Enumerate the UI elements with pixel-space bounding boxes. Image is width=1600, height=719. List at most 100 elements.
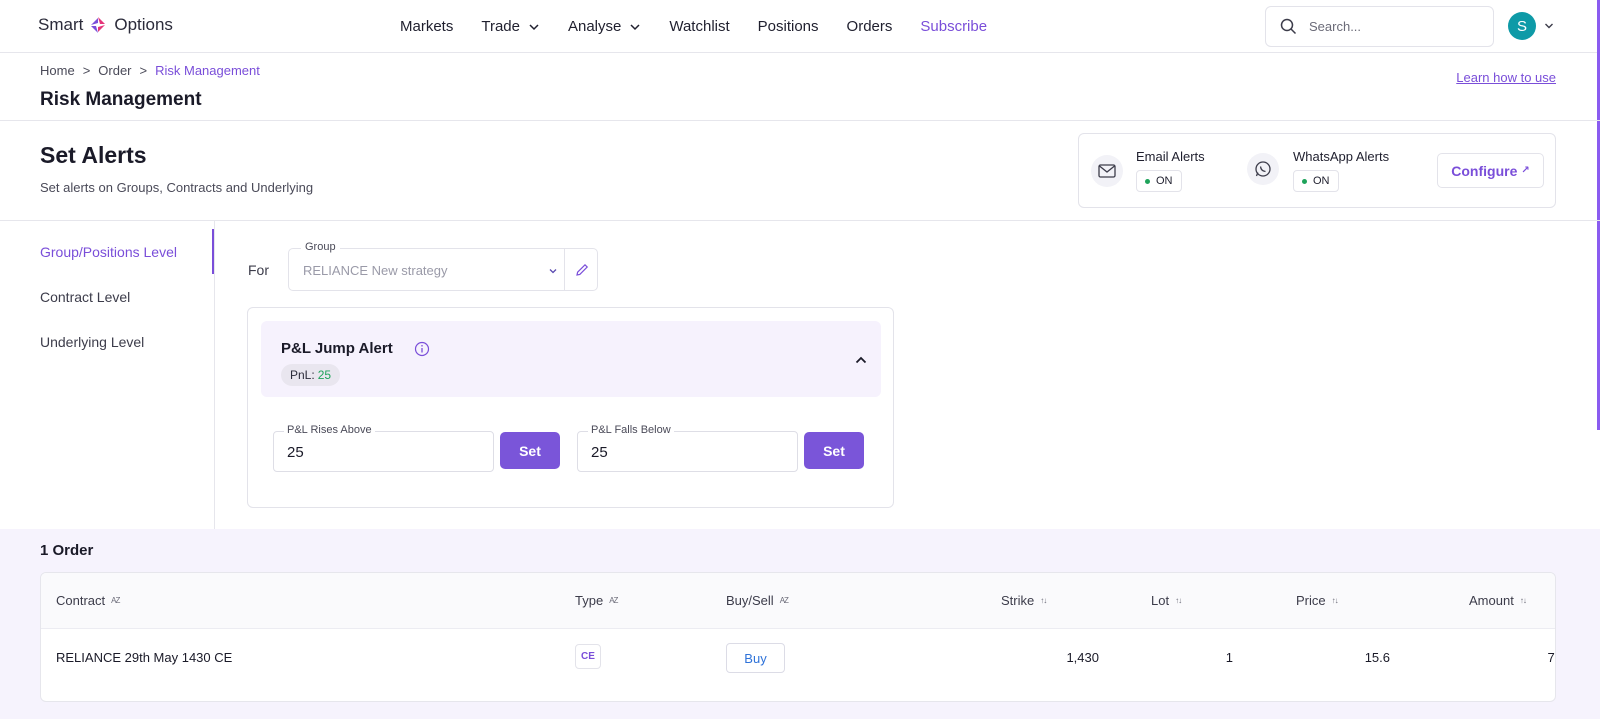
breadcrumb-separator: > (82, 63, 91, 78)
sort-numeric-icon: ↑↓ (1519, 596, 1527, 605)
status-text: ON (1156, 175, 1173, 187)
table-row[interactable]: RELIANCE 29th May 1430 CE CE Buy 1,430 1… (41, 630, 1555, 690)
buy-button[interactable]: Buy (726, 643, 785, 673)
sort-numeric-icon: ↑↓ (1040, 596, 1047, 605)
column-header-price[interactable]: Price ↑↓ (1296, 593, 1339, 608)
nav-label: Watchlist (669, 18, 730, 35)
cell-amount: 7,800 (1547, 650, 1555, 665)
divider (0, 220, 1600, 221)
status-dot (1145, 178, 1150, 184)
email-alerts-label: Email Alerts (1136, 149, 1205, 164)
logo-mark-icon (91, 17, 106, 33)
chevron-down-icon (529, 23, 539, 30)
column-label: Strike (1001, 593, 1035, 608)
nav-label: Analyse (567, 18, 622, 35)
nav-item-orders[interactable]: Orders (847, 18, 893, 35)
pnl-falls-below-label: P&L Falls Below (588, 424, 674, 436)
user-menu[interactable]: S (1508, 12, 1554, 40)
configure-label: Configure (1451, 162, 1518, 179)
status-text: ON (1313, 175, 1330, 187)
nav-label: Markets (400, 18, 454, 35)
pnl-chip-value: 25 (317, 368, 332, 382)
level-item-group-positions[interactable]: Group/Positions Level (40, 244, 177, 260)
orders-count-title: 1 Order (40, 542, 94, 559)
alert-channels-card: Email Alerts ON WhatsApp Alerts ON Confi… (1078, 133, 1556, 208)
column-header-lot[interactable]: Lot ↑↓ (1151, 593, 1182, 608)
learn-how-to-use-link[interactable]: Learn how to use (1456, 70, 1556, 85)
sort-alpha-icon: AZ (779, 596, 789, 605)
column-label: Amount (1469, 593, 1514, 608)
cell-price: 15.6 (1364, 650, 1390, 665)
cell-lot: 1 (1225, 650, 1233, 665)
pnl-chip-label: PnL: (290, 368, 315, 382)
configure-button[interactable]: Configure ↗ (1437, 153, 1544, 188)
status-dot (1302, 178, 1307, 184)
search-box[interactable] (1265, 6, 1494, 47)
set-alerts-subtitle: Set alerts on Groups, Contracts and Unde… (40, 180, 314, 195)
column-header-contract[interactable]: Contract AZ (56, 593, 120, 608)
edit-group-button[interactable] (564, 249, 598, 290)
top-navbar: Smart Options Markets Trade Analyse Watc… (0, 0, 1600, 53)
alert-level-nav: Group/Positions Level Contract Level Und… (0, 221, 215, 529)
chevron-down-icon (1545, 23, 1553, 29)
group-field-label: Group (301, 241, 340, 253)
level-item-underlying[interactable]: Underlying Level (40, 334, 144, 350)
search-input[interactable] (1309, 19, 1479, 34)
nav-item-subscribe[interactable]: Subscribe (920, 18, 987, 35)
active-indicator (212, 229, 214, 274)
breadcrumb-home[interactable]: Home (40, 63, 75, 78)
pnl-rises-above-input[interactable] (287, 444, 467, 461)
set-alerts-title: Set Alerts (40, 142, 147, 168)
group-select[interactable]: Group RELIANCE New strategy (288, 241, 598, 291)
sort-numeric-icon: ↑↓ (1175, 596, 1182, 605)
whatsapp-alerts-status[interactable]: ON (1293, 170, 1339, 192)
pnl-rises-above-label: P&L Rises Above (284, 424, 375, 436)
set-falls-below-button[interactable]: Set (804, 432, 864, 469)
nav-label: Trade (481, 18, 520, 35)
pnl-rises-above-field[interactable]: P&L Rises Above (273, 424, 494, 472)
set-rises-above-button[interactable]: Set (500, 432, 560, 469)
chevron-down-icon (630, 23, 640, 30)
pencil-icon (575, 263, 588, 276)
orders-table: Contract AZ Type AZ Buy/Sell AZ Strike ↑… (40, 572, 1556, 702)
nav-label: Positions (757, 18, 819, 35)
avatar[interactable]: S (1508, 12, 1536, 40)
breadcrumb-order[interactable]: Order (98, 63, 131, 78)
nav-item-analyse[interactable]: Analyse (568, 18, 641, 35)
breadcrumb-separator: > (139, 63, 148, 78)
divider (0, 120, 1600, 121)
column-header-strike[interactable]: Strike ↑↓ (1001, 593, 1047, 608)
chevron-down-icon (549, 269, 557, 274)
email-alerts-status[interactable]: ON (1136, 170, 1182, 192)
whatsapp-icon (1247, 153, 1279, 185)
search-icon (1280, 18, 1297, 35)
table-header: Contract AZ Type AZ Buy/Sell AZ Strike ↑… (41, 573, 1555, 629)
sort-alpha-icon: AZ (609, 596, 618, 605)
brand-logo[interactable]: Smart Options (38, 15, 173, 35)
pnl-jump-alert-card: P&L Jump Alert PnL: 25 P&L Rises Above S… (247, 307, 894, 508)
pnl-alert-title: P&L Jump Alert (281, 340, 393, 357)
pnl-falls-below-input[interactable] (591, 444, 771, 461)
column-header-amount[interactable]: Amount ↑↓ (1469, 593, 1527, 608)
orders-section: 1 Order Contract AZ Type AZ Buy/Sell AZ … (0, 529, 1600, 719)
nav-label: Subscribe (920, 18, 988, 35)
breadcrumb: Home > Order > Risk Management (40, 63, 260, 78)
info-icon[interactable] (414, 341, 430, 357)
nav-item-markets[interactable]: Markets (400, 18, 453, 35)
breadcrumb-current: Risk Management (155, 63, 260, 78)
nav-item-positions[interactable]: Positions (758, 18, 819, 35)
pnl-alert-header[interactable]: P&L Jump Alert PnL: 25 (261, 321, 881, 397)
chevron-up-icon[interactable] (854, 353, 868, 367)
column-label: Buy/Sell (726, 593, 774, 608)
pnl-falls-below-field[interactable]: P&L Falls Below (577, 424, 798, 472)
nav-item-trade[interactable]: Trade (481, 18, 540, 35)
column-header-buysell[interactable]: Buy/Sell AZ (726, 593, 789, 608)
for-label: For (248, 262, 269, 278)
sort-alpha-icon: AZ (111, 596, 120, 605)
option-type-chip: CE (575, 644, 601, 669)
nav-item-watchlist[interactable]: Watchlist (669, 18, 729, 35)
level-item-contract[interactable]: Contract Level (40, 289, 130, 305)
column-header-type[interactable]: Type AZ (575, 593, 618, 608)
cell-strike: 1,430 (1066, 650, 1099, 665)
cell-contract: RELIANCE 29th May 1430 CE (56, 650, 233, 665)
